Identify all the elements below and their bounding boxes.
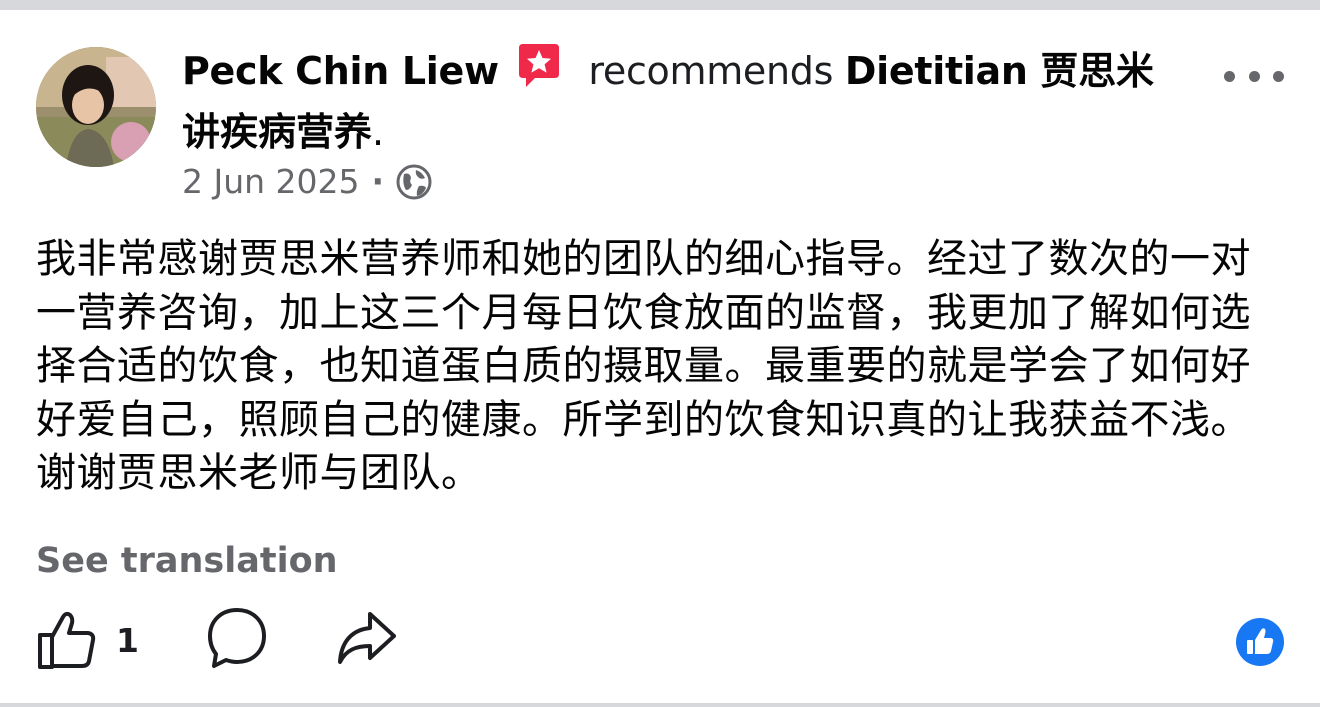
comment-bubble-icon xyxy=(208,608,266,668)
like-button[interactable]: 1 xyxy=(36,606,146,674)
post-date[interactable]: 2 Jun 2025 xyxy=(182,160,360,204)
post-meta: 2 Jun 2025 · xyxy=(182,160,432,204)
recommend-star-icon xyxy=(515,42,563,90)
author-name[interactable]: Peck Chin Liew xyxy=(182,49,499,93)
like-reaction-icon[interactable] xyxy=(1236,618,1284,666)
top-divider xyxy=(0,0,1320,10)
comment-button[interactable] xyxy=(206,606,268,674)
share-button[interactable] xyxy=(336,610,398,672)
more-horizontal-icon xyxy=(1224,70,1235,82)
thumbs-up-icon xyxy=(38,611,96,669)
bottom-divider xyxy=(0,703,1320,707)
header-punct: . xyxy=(372,110,385,154)
globe-icon[interactable] xyxy=(396,164,432,200)
share-arrow-icon xyxy=(338,612,396,664)
see-translation-link[interactable]: See translation xyxy=(36,536,338,586)
more-options-button[interactable] xyxy=(1224,56,1284,96)
meta-separator: · xyxy=(371,162,385,201)
post-header: Peck Chin Liew recommends Dietitian 贾思米 xyxy=(182,42,1212,99)
page-name[interactable]: Dietitian 贾思米 xyxy=(845,49,1154,93)
post-body: 我非常感谢贾思米营养师和她的团队的细心指导。经过了数次的一对一营养咨询，加上这三… xyxy=(36,236,1251,496)
avatar[interactable] xyxy=(36,47,156,167)
recommend-verb: recommends xyxy=(588,49,834,93)
post-header-line2: 讲疾病营养. xyxy=(182,104,1212,160)
page-name-continued[interactable]: 讲疾病营养 xyxy=(182,110,372,154)
like-count: 1 xyxy=(116,620,139,660)
